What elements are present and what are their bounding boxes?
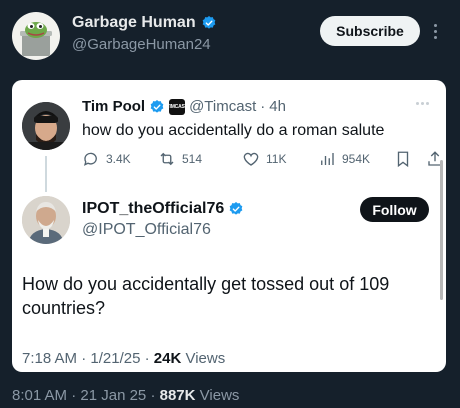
tweet1-author-name: Tim Pool bbox=[82, 98, 146, 115]
tweet1-age: 4h bbox=[269, 98, 286, 115]
author-name[interactable]: Garbage Human bbox=[72, 14, 196, 32]
repost-action: 514 bbox=[158, 150, 202, 168]
follow-button: Follow bbox=[360, 197, 429, 222]
like-count: 11K bbox=[266, 152, 287, 166]
tweet2-author-name: IPOT_theOfficial76 bbox=[82, 200, 225, 217]
like-action: 11K bbox=[242, 150, 286, 168]
tweet1-text: how do you accidentally do a roman salut… bbox=[82, 122, 385, 139]
post-views-count: 887K bbox=[159, 387, 196, 404]
tweet1-actions: 3.4K 514 11K 954K bbox=[82, 150, 442, 170]
tweet2-avatar bbox=[22, 196, 70, 244]
reply-action: 3.4K bbox=[82, 150, 131, 168]
tweet1-separator: · bbox=[260, 98, 266, 115]
post-time[interactable]: 8:01 AM bbox=[12, 387, 67, 404]
affiliate-badge: TIMCAST bbox=[167, 98, 188, 115]
tweet1-avatar bbox=[22, 102, 70, 150]
bookmark-action bbox=[394, 150, 412, 168]
tweet2-text: How do you accidentally get tossed out o… bbox=[22, 274, 390, 318]
repost-icon bbox=[160, 152, 174, 166]
tweet2-date: 1/21/25 bbox=[90, 350, 141, 367]
quoted-screenshot: Tim Pool TIMCAST @Timcast · 4h how do yo… bbox=[12, 80, 446, 372]
verified-icon bbox=[229, 202, 243, 215]
author-name-row: Garbage Human bbox=[72, 14, 217, 32]
tweet2-name-row: IPOT_theOfficial76 bbox=[82, 200, 244, 218]
reply-count: 3.4K bbox=[106, 152, 131, 166]
tweet2-time: 7:18 AM bbox=[22, 350, 78, 367]
post-views-label: Views bbox=[199, 387, 240, 404]
tweet1-more-icon bbox=[416, 102, 429, 105]
tweet2-views-label: Views bbox=[185, 350, 226, 367]
thread-connector bbox=[45, 156, 47, 192]
post-date[interactable]: 21 Jan 25 bbox=[80, 387, 146, 404]
tweet2-views-count: 24K bbox=[153, 350, 182, 367]
tweet2-meta: 7:18 AM · 1/21/25 · 24K Views bbox=[22, 350, 226, 367]
verified-icon bbox=[150, 99, 164, 113]
card-scrollbar bbox=[440, 160, 443, 300]
post-meta: 8:01 AM · 21 Jan 25 · 887K Views bbox=[12, 387, 240, 404]
author-handle[interactable]: @GarbageHuman24 bbox=[72, 36, 211, 53]
reply-icon bbox=[83, 152, 97, 166]
more-icon[interactable] bbox=[428, 18, 442, 44]
tweet2-author-handle: @IPOT_Official76 bbox=[82, 221, 211, 238]
tweet1-author-handle: @Timcast bbox=[189, 98, 257, 115]
repost-count: 514 bbox=[182, 152, 203, 166]
like-icon bbox=[243, 152, 259, 166]
views-icon bbox=[321, 153, 334, 165]
tweet1-header: Tim Pool TIMCAST @Timcast · 4h bbox=[82, 98, 286, 115]
bookmark-icon bbox=[397, 151, 409, 168]
views-count: 954K bbox=[342, 152, 371, 166]
author-avatar[interactable] bbox=[12, 12, 60, 60]
views-action: 954K bbox=[318, 150, 370, 168]
subscribe-button[interactable]: Subscribe bbox=[320, 16, 420, 46]
verified-icon bbox=[202, 16, 215, 29]
